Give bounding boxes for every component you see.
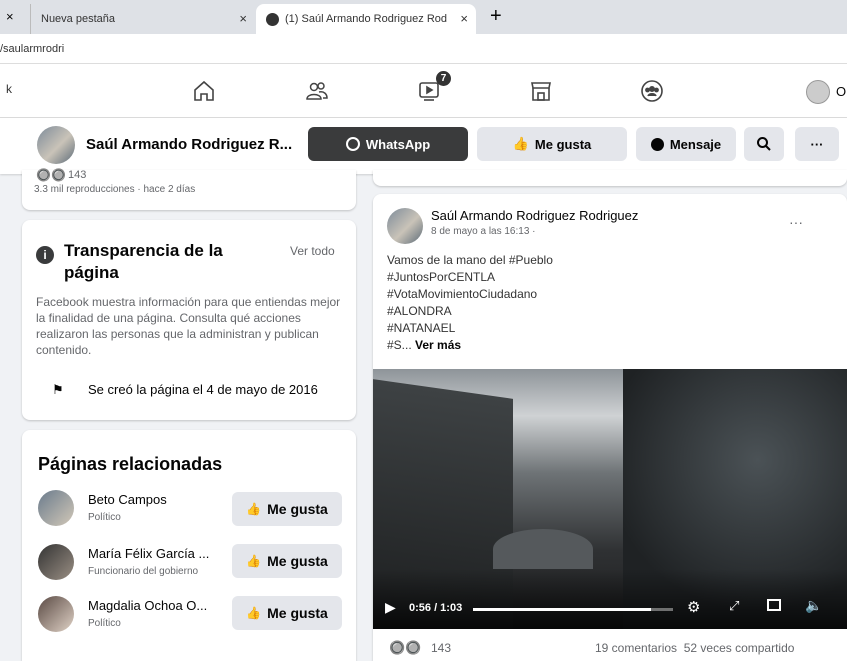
message-label: Mensaje <box>669 136 722 152</box>
flag-icon: ⚑ <box>52 382 64 397</box>
whatsapp-label: WhatsApp <box>365 136 431 152</box>
related-page-avatar[interactable] <box>38 544 74 580</box>
like-label: Me gusta <box>267 553 328 569</box>
post-reaction-count[interactable]: 143 <box>431 641 451 655</box>
related-page-name[interactable]: María Félix García ... <box>88 546 209 561</box>
close-tab-icon[interactable]: × <box>239 11 247 26</box>
reaction-icons[interactable]: 🔘🔘 <box>389 640 421 656</box>
close-tab-icon[interactable]: × <box>6 9 14 24</box>
settings-gear-icon[interactable]: ⚙ <box>687 598 700 616</box>
url-text: /saularmrodri <box>0 43 65 55</box>
previous-post-card <box>373 170 847 186</box>
tab-nueva-pestana[interactable]: Nueva pestaña × <box>30 4 255 34</box>
video-progress-fill <box>473 608 651 611</box>
marketplace-icon[interactable] <box>527 78 555 104</box>
see-all-link[interactable]: Ver todo <box>290 244 335 258</box>
related-pages-card: Páginas relacionadas Beto Campos Polític… <box>22 430 356 661</box>
volume-icon[interactable]: 🔈 <box>805 597 822 614</box>
post-card: Saúl Armando Rodriguez Rodriguez 8 de ma… <box>373 194 847 661</box>
groups-icon[interactable] <box>638 78 666 104</box>
whatsapp-icon <box>345 137 360 151</box>
transparency-title: Transparencia de la página <box>64 241 223 282</box>
related-page-like-button[interactable]: 👍 Me gusta <box>232 596 342 630</box>
new-tab-button[interactable]: + <box>490 5 502 28</box>
post-line: #VotaMovimientoCiudadano <box>387 287 538 301</box>
fullscreen-icon[interactable]: ⤢ <box>729 598 739 614</box>
browser-tab-bar: × Nueva pestaña × (1) Saúl Armando Rodri… <box>0 0 847 34</box>
post-author-avatar[interactable] <box>387 208 423 244</box>
post-comment-share-stats[interactable]: 19 comentarios 52 veces compartido <box>595 641 794 655</box>
thumbs-up-icon: 👍 <box>512 136 529 151</box>
like-label: Me gusta <box>267 605 328 621</box>
profile-avatar[interactable] <box>806 80 830 104</box>
reaction-icons: 🔘🔘 <box>36 168 66 182</box>
messenger-icon <box>650 137 664 151</box>
view-count: 3.3 mil reproducciones · hace 2 días <box>34 184 196 195</box>
previous-video-card: 🔘🔘 143 3.3 mil reproducciones · hace 2 d… <box>22 168 356 210</box>
post-line: #S... <box>387 338 412 352</box>
reaction-count: 143 <box>68 169 87 181</box>
related-page-avatar[interactable] <box>38 596 74 632</box>
thumbs-up-icon: 👍 <box>246 554 262 568</box>
post-more-button[interactable]: ··· <box>789 214 803 230</box>
related-page-avatar[interactable] <box>38 490 74 526</box>
search-fragment[interactable]: k <box>6 82 12 96</box>
post-text: Vamos de la mano del #Pueblo #JuntosPorC… <box>387 252 553 354</box>
search-button[interactable] <box>744 127 784 161</box>
tab-facebook-page[interactable]: (1) Saúl Armando Rodriguez Rod × <box>256 4 476 34</box>
watch-badge: 7 <box>436 71 451 86</box>
related-page-like-button[interactable]: 👍 Me gusta <box>232 544 342 578</box>
tab-label: (1) Saúl Armando Rodriguez Rod <box>285 13 448 25</box>
whatsapp-button[interactable]: WhatsApp <box>308 127 468 161</box>
profile-name-fragment[interactable]: O <box>836 84 846 99</box>
post-timestamp[interactable]: 8 de mayo a las 16:13 · <box>431 226 536 237</box>
video-progress-track[interactable] <box>473 608 673 611</box>
related-page-category: Funcionario del gobierno <box>88 566 199 577</box>
page-created-date: Se creó la página el 4 de mayo de 2016 <box>88 382 318 397</box>
info-icon: i <box>36 246 54 264</box>
see-more-link[interactable]: Ver más <box>415 338 461 352</box>
post-line: Vamos de la mano del #Pueblo <box>387 253 553 267</box>
related-pages-title: Páginas relacionadas <box>38 454 223 474</box>
like-label: Me gusta <box>267 501 328 517</box>
related-page-name[interactable]: Beto Campos <box>88 492 167 507</box>
transparency-card: i Transparencia de la página Ver todo Fa… <box>22 220 356 420</box>
play-icon[interactable]: ▶ <box>385 599 396 616</box>
transparency-description: Facebook muestra información para que en… <box>36 295 341 357</box>
related-page-name[interactable]: Magdalia Ochoa O... <box>88 598 207 613</box>
video-time: 0:56 / 1:03 <box>409 602 463 614</box>
post-line: #ALONDRA <box>387 304 452 318</box>
more-icon: ··· <box>810 136 824 152</box>
message-button[interactable]: Mensaje <box>636 127 736 161</box>
video-umbrella-shape <box>493 529 593 569</box>
post-line: #NATANAEL <box>387 321 456 335</box>
thumbs-up-icon: 👍 <box>246 606 262 620</box>
friends-icon[interactable] <box>303 78 331 104</box>
facebook-top-nav: k 7 O <box>0 64 847 118</box>
facebook-favicon-icon <box>266 12 279 26</box>
page-avatar[interactable] <box>37 126 75 164</box>
search-icon <box>757 137 771 151</box>
address-bar[interactable]: /saularmrodri <box>0 34 847 64</box>
tab-label: Nueva pestaña <box>41 13 115 25</box>
related-page-like-button[interactable]: 👍 Me gusta <box>232 492 342 526</box>
post-line: #JuntosPorCENTLA <box>387 270 496 284</box>
picture-in-picture-icon[interactable] <box>767 599 781 611</box>
like-label: Me gusta <box>534 136 592 152</box>
thumbs-up-icon: 👍 <box>246 502 262 516</box>
home-icon[interactable] <box>190 78 218 104</box>
related-page-category: Político <box>88 512 121 523</box>
post-author-name[interactable]: Saúl Armando Rodriguez Rodriguez <box>431 208 638 223</box>
page-header: Saúl Armando Rodriguez R... WhatsApp 👍 M… <box>0 118 847 174</box>
post-video[interactable]: ▶ 0:56 / 1:03 ⚙ ⤢ 🔈 <box>373 369 847 629</box>
related-page-category: Político <box>88 618 121 629</box>
page-name[interactable]: Saúl Armando Rodriguez R... <box>86 136 292 153</box>
more-options-button[interactable]: ··· <box>795 127 839 161</box>
close-tab-icon[interactable]: × <box>460 11 468 26</box>
like-page-button[interactable]: 👍 Me gusta <box>477 127 627 161</box>
